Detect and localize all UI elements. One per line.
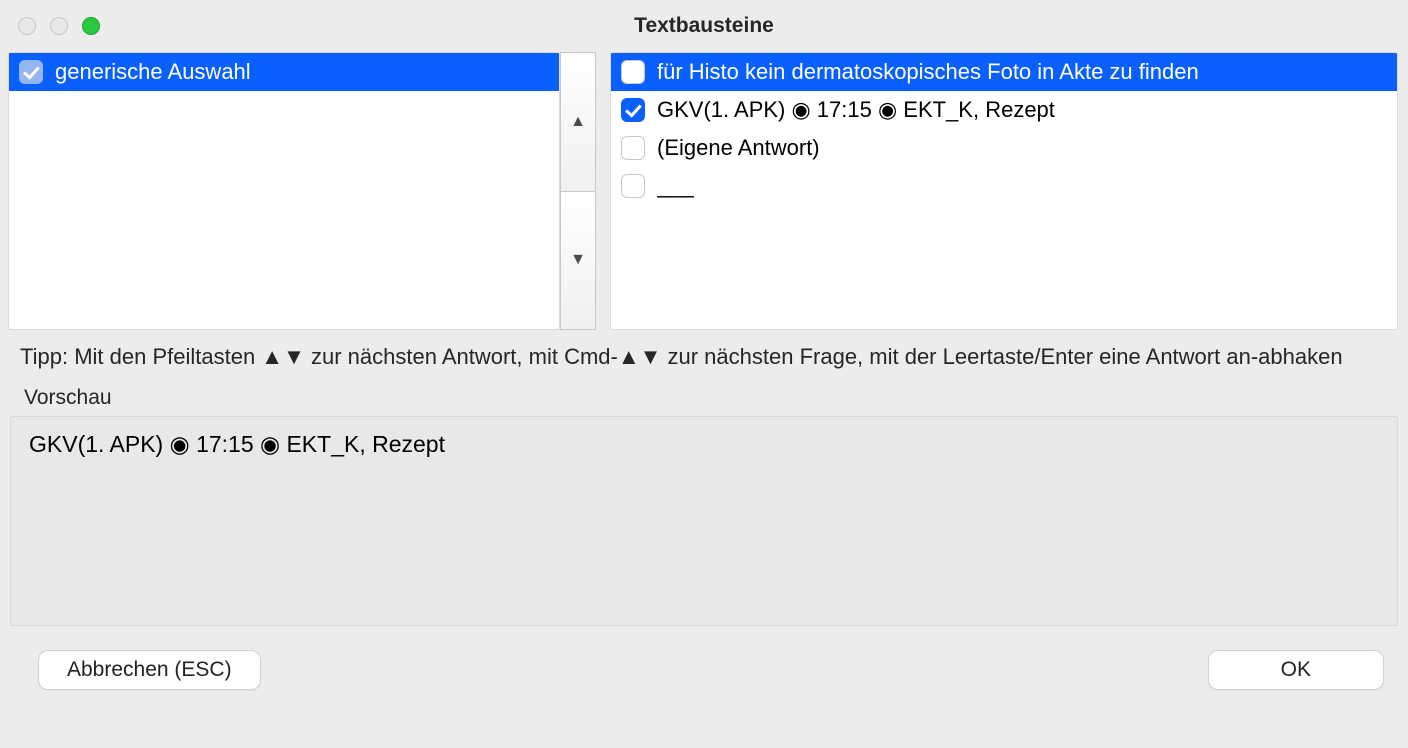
arrow-up-icon: ▲ (570, 113, 586, 131)
preview-text: GKV(1. APK) ◉ 17:15 ◉ EKT_K, Rezept (29, 431, 445, 457)
checkbox-icon[interactable] (19, 60, 43, 84)
question-list[interactable]: generische Auswahl (8, 52, 560, 330)
answer-label: (Eigene Antwort) (657, 135, 820, 161)
answer-label: ___ (657, 173, 694, 199)
tip-text: Tipp: Mit den Pfeiltasten ▲▼ zur nächste… (0, 330, 1408, 376)
checkbox-icon[interactable] (621, 136, 645, 160)
question-row[interactable]: generische Auswahl (9, 53, 559, 91)
window-title: Textbausteine (0, 14, 1408, 38)
ok-button[interactable]: OK (1208, 650, 1384, 690)
preview-box: GKV(1. APK) ◉ 17:15 ◉ EKT_K, Rezept (10, 416, 1398, 626)
move-down-button[interactable]: ▼ (561, 191, 595, 330)
traffic-lights (18, 17, 100, 35)
footer: Abbrechen (ESC) OK (0, 626, 1408, 690)
answer-label: GKV(1. APK) ◉ 17:15 ◉ EKT_K, Rezept (657, 97, 1055, 123)
move-up-button[interactable]: ▲ (561, 53, 595, 191)
close-window-button[interactable] (18, 17, 36, 35)
answer-list[interactable]: für Histo kein dermatoskopisches Foto in… (610, 52, 1398, 330)
reorder-arrows: ▲ ▼ (560, 52, 596, 330)
answer-label: für Histo kein dermatoskopisches Foto in… (657, 59, 1199, 85)
checkbox-icon[interactable] (621, 60, 645, 84)
answer-row[interactable]: ___ (611, 167, 1397, 205)
checkbox-icon[interactable] (621, 174, 645, 198)
answer-row[interactable]: GKV(1. APK) ◉ 17:15 ◉ EKT_K, Rezept (611, 91, 1397, 129)
checkbox-icon[interactable] (621, 98, 645, 122)
titlebar: Textbausteine (0, 0, 1408, 52)
question-label: generische Auswahl (55, 59, 251, 85)
preview-label: Vorschau (0, 376, 1408, 412)
minimize-window-button[interactable] (50, 17, 68, 35)
cancel-button[interactable]: Abbrechen (ESC) (38, 650, 261, 690)
answer-row[interactable]: für Histo kein dermatoskopisches Foto in… (611, 53, 1397, 91)
arrow-down-icon: ▼ (570, 251, 586, 269)
maximize-window-button[interactable] (82, 17, 100, 35)
answer-row[interactable]: (Eigene Antwort) (611, 129, 1397, 167)
